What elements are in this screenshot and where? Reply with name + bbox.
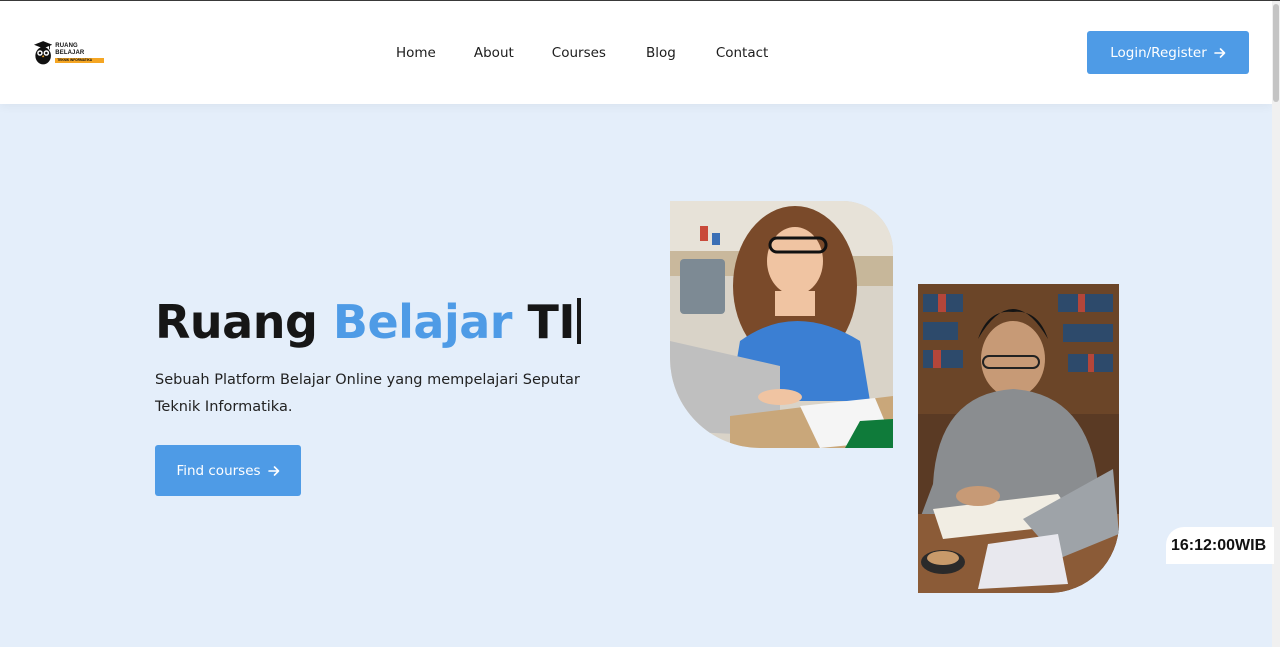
nav-item-about[interactable]: About: [474, 44, 514, 62]
nav-item-blog[interactable]: Blog: [646, 44, 676, 62]
arrow-right-icon: [267, 465, 279, 476]
hero-description: Sebuah Platform Belajar Online yang memp…: [155, 372, 580, 415]
site-header: RUANG BELAJAR TEKNIK INFORMATIKA Home Ab…: [0, 1, 1272, 104]
find-courses-label: Find courses: [176, 462, 261, 479]
main-nav: Home About Courses Blog Contact: [396, 44, 768, 62]
hero-title: Ruang Belajar TI: [155, 290, 581, 354]
nav-item-contact[interactable]: Contact: [716, 44, 769, 62]
hero-image-student-reading: [918, 284, 1119, 593]
find-courses-button[interactable]: Find courses: [155, 445, 301, 496]
hero-image-girl-laptop: [670, 201, 893, 448]
hero-title-accent: Belajar: [332, 295, 513, 349]
nav-item-home[interactable]: Home: [396, 44, 436, 62]
hero-title-part1: Ruang: [155, 295, 333, 349]
scrollbar-thumb[interactable]: [1273, 4, 1279, 102]
brand-title: RUANG BELAJAR: [55, 43, 85, 56]
clock-widget: 16:12:00WIB: [1166, 527, 1274, 564]
hero-title-part2: TI: [511, 295, 575, 349]
login-register-button[interactable]: Login/Register: [1087, 31, 1249, 74]
nav-item-courses[interactable]: Courses: [552, 44, 606, 62]
owl-logo-icon: [34, 41, 53, 65]
brand-tagline: TEKNIK INFORMATIKA: [55, 58, 104, 63]
brand-logo[interactable]: RUANG BELAJAR TEKNIK INFORMATIKA: [34, 39, 104, 67]
typing-cursor: [576, 298, 581, 344]
arrow-right-icon: [1213, 47, 1226, 58]
login-register-label: Login/Register: [1110, 44, 1207, 61]
